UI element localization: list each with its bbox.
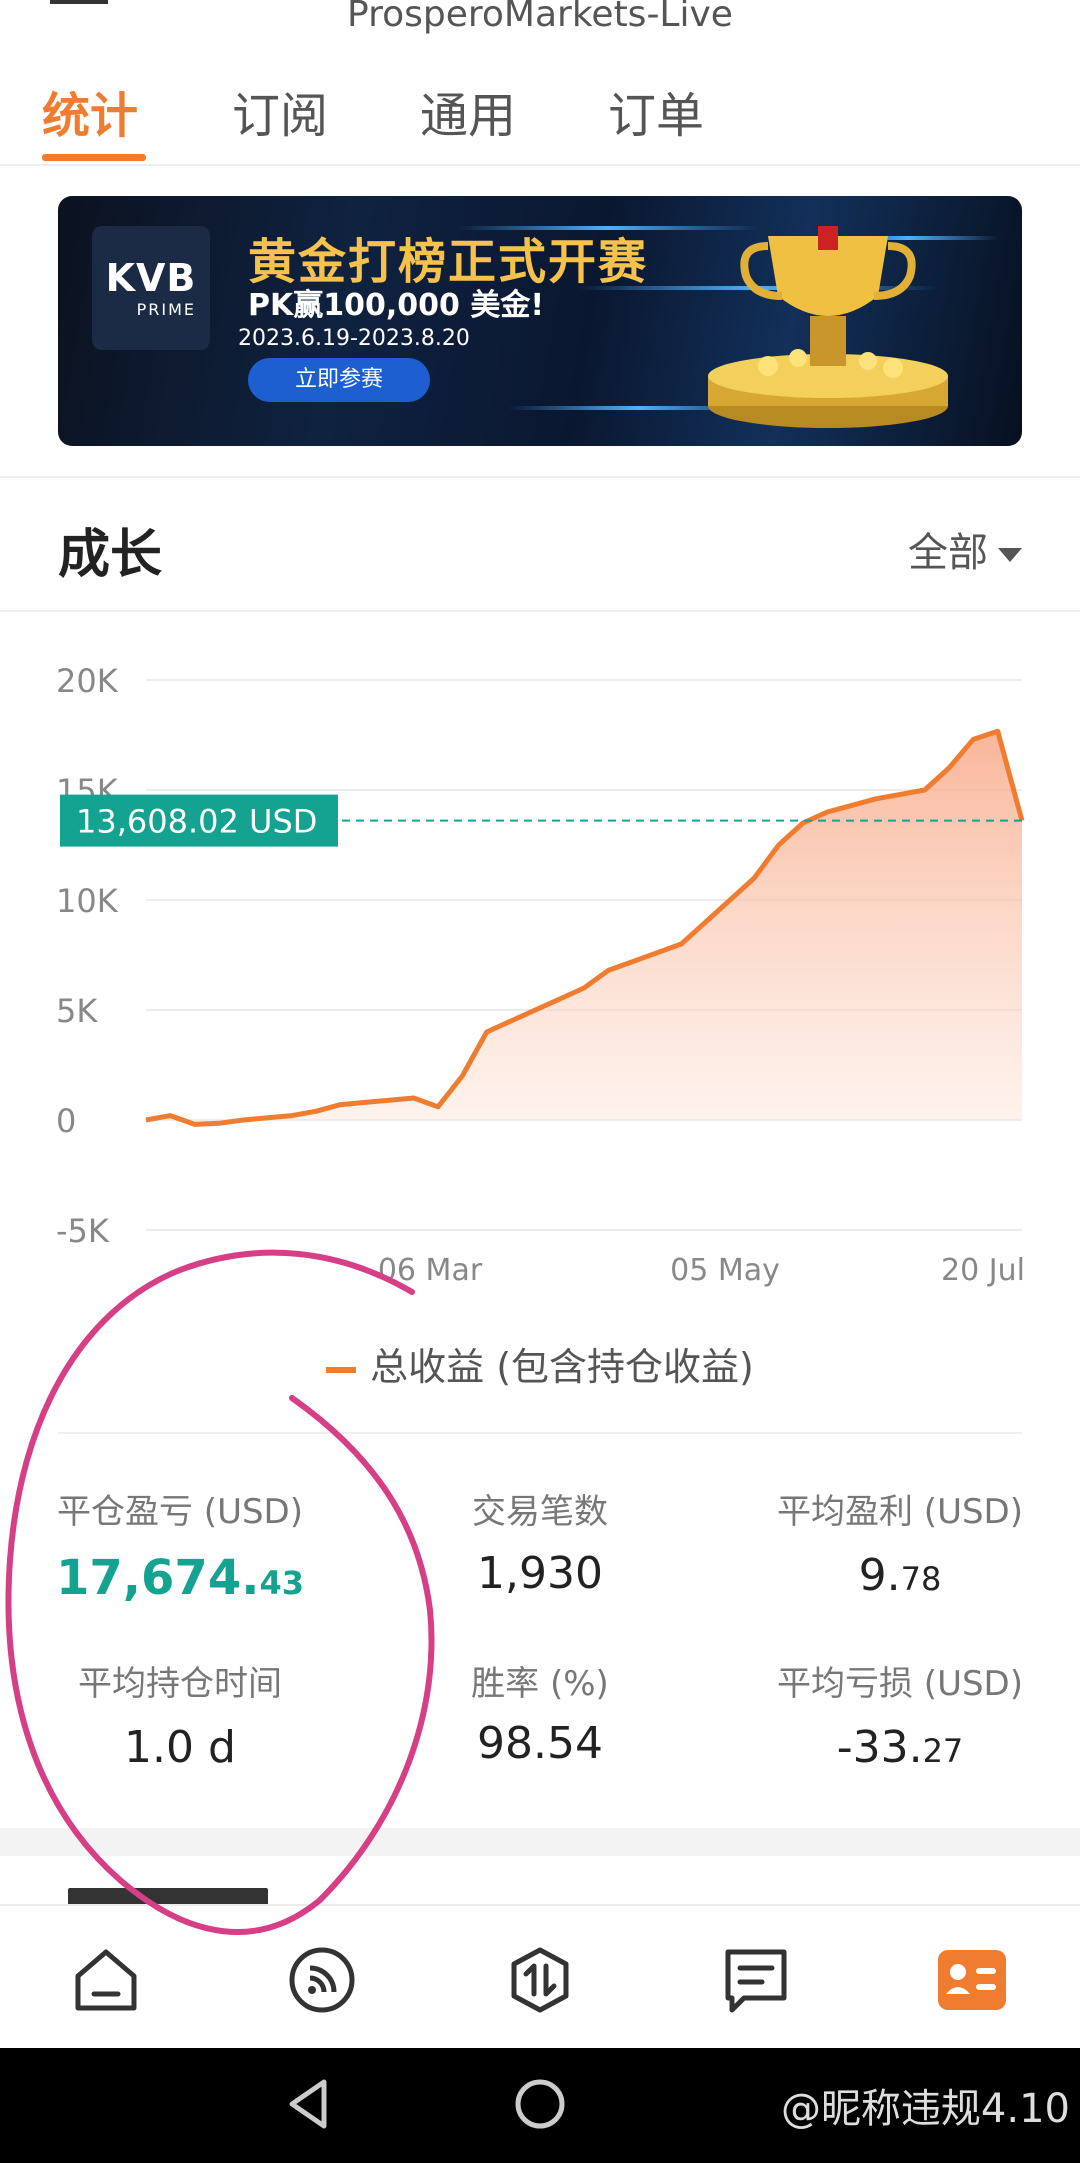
avg-hold-value: 1.0 d <box>124 1722 236 1773</box>
range-filter-dropdown[interactable]: 全部 <box>908 520 1022 578</box>
tab-general[interactable]: 通用 <box>420 76 516 146</box>
tab-orders[interactable]: 订单 <box>608 76 704 146</box>
tab-bar: 统计 订阅 通用 订单 <box>0 70 1080 166</box>
profile-card-icon[interactable] <box>936 1944 1008 2016</box>
x-tick-label: 20 Jul <box>941 1253 1025 1288</box>
bottom-nav <box>0 1904 1080 2046</box>
active-tab-indicator <box>42 154 146 161</box>
banner-dates: 2023.6.19-2023.8.20 <box>238 326 470 351</box>
app-title: ProsperoMarkets-Live <box>347 0 733 35</box>
legend-swatch <box>326 1366 357 1373</box>
y-tick-label: 20K <box>56 662 119 700</box>
avg-profit-label: 平均盈利 (USD) <box>777 1492 1023 1532</box>
app-header: ProsperoMarkets-Live <box>0 0 1080 40</box>
marker-label: 13,608.02 USD <box>76 803 317 841</box>
avg-loss-value: -33.27 <box>836 1722 964 1773</box>
trade-icon[interactable] <box>504 1944 576 2016</box>
banner-subtitle: PK赢100,000 美金! <box>248 288 545 323</box>
home-icon[interactable] <box>70 1944 142 2016</box>
message-icon[interactable] <box>720 1944 792 2016</box>
tab-statistics[interactable]: 统计 <box>42 76 138 146</box>
trades-value: 1,930 <box>477 1548 603 1599</box>
y-tick-label: 10K <box>56 882 119 920</box>
growth-chart[interactable]: 20K15K10K5K0-5K06 Mar 05 May 20 Jul13,608.… <box>0 640 1080 1320</box>
avg-hold-label: 平均持仓时间 <box>78 1664 282 1704</box>
tab-subscribe[interactable]: 订阅 <box>232 76 328 146</box>
win-rate-value: 98.54 <box>477 1718 603 1769</box>
y-tick-label: 5K <box>56 992 98 1030</box>
section-divider <box>0 1828 1080 1856</box>
join-now-button[interactable]: 立即参赛 <box>248 358 430 402</box>
closed-pnl-value: 17,674.43 <box>56 1550 304 1606</box>
back-icon[interactable] <box>282 2076 338 2132</box>
trades-label: 交易笔数 <box>472 1492 608 1532</box>
watermark-text: @昵称违规4.10 <box>780 2086 1070 2132</box>
trophy-icon <box>708 226 948 428</box>
avg-loss-label: 平均亏损 (USD) <box>777 1664 1023 1704</box>
chart-legend: 总收益 (包含持仓收益) <box>0 1336 1080 1391</box>
closed-pnl-label: 平仓盈亏 (USD) <box>57 1492 303 1532</box>
y-tick-label: -5K <box>56 1212 110 1250</box>
home-circle-icon[interactable] <box>512 2076 568 2132</box>
y-tick-label: 0 <box>56 1102 76 1140</box>
x-tick-label: 05 May <box>670 1253 780 1288</box>
avg-profit-value: 9.78 <box>858 1550 942 1601</box>
growth-title: 成长 <box>58 525 163 585</box>
legend-label: 总收益 (包含持仓收益) <box>370 1345 754 1389</box>
win-rate-label: 胜率 (%) <box>471 1664 609 1704</box>
system-nav-bar: @昵称违规4.10 <box>0 2048 1080 2163</box>
caret-down-icon <box>998 548 1022 562</box>
x-tick-label: 06 Mar <box>378 1253 483 1288</box>
filter-label: 全部 <box>908 530 988 576</box>
feed-icon[interactable] <box>286 1944 358 2016</box>
promo-banner[interactable]: KVB PRIME 黄金打榜正式开赛 PK赢100,000 美金! 2023.6… <box>58 196 1022 446</box>
kvb-logo: KVB PRIME <box>92 226 210 350</box>
